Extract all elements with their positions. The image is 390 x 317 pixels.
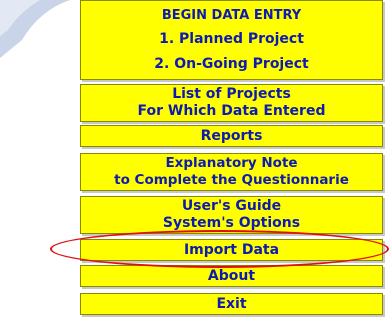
reports-button[interactable]: Reports xyxy=(80,125,383,147)
import-data-button[interactable]: Import Data xyxy=(80,239,383,261)
about-label: About xyxy=(207,267,256,284)
users-guide-label-2: System's Options xyxy=(162,215,301,231)
reports-label: Reports xyxy=(200,127,263,144)
explanatory-note-label-1: Explanatory Note xyxy=(165,155,298,171)
list-of-projects-label-2: For Which Data Entered xyxy=(137,103,326,119)
users-guide-label-1: User's Guide xyxy=(181,198,282,214)
exit-button[interactable]: Exit xyxy=(80,293,383,315)
list-of-projects-button[interactable]: List of Projects For Which Data Entered xyxy=(80,84,383,122)
begin-data-entry-header: BEGIN DATA ENTRY xyxy=(161,8,302,23)
explanatory-note-label-2: to Complete the Questionnarie xyxy=(114,172,349,188)
begin-data-entry-panel: BEGIN DATA ENTRY 1. Planned Project 2. O… xyxy=(80,0,383,80)
explanatory-note-button[interactable]: Explanatory Note to Complete the Questio… xyxy=(80,153,383,191)
menu-screen: BEGIN DATA ENTRY 1. Planned Project 2. O… xyxy=(0,0,390,317)
about-button[interactable]: About xyxy=(80,265,383,287)
list-of-projects-label-1: List of Projects xyxy=(172,86,291,102)
exit-label: Exit xyxy=(216,295,247,312)
users-guide-button[interactable]: User's Guide System's Options xyxy=(80,196,383,234)
decorative-swoosh xyxy=(0,0,70,58)
import-data-label: Import Data xyxy=(183,241,280,258)
planned-project-button[interactable]: 1. Planned Project xyxy=(81,31,382,47)
ongoing-project-button[interactable]: 2. On-Going Project xyxy=(81,56,382,72)
